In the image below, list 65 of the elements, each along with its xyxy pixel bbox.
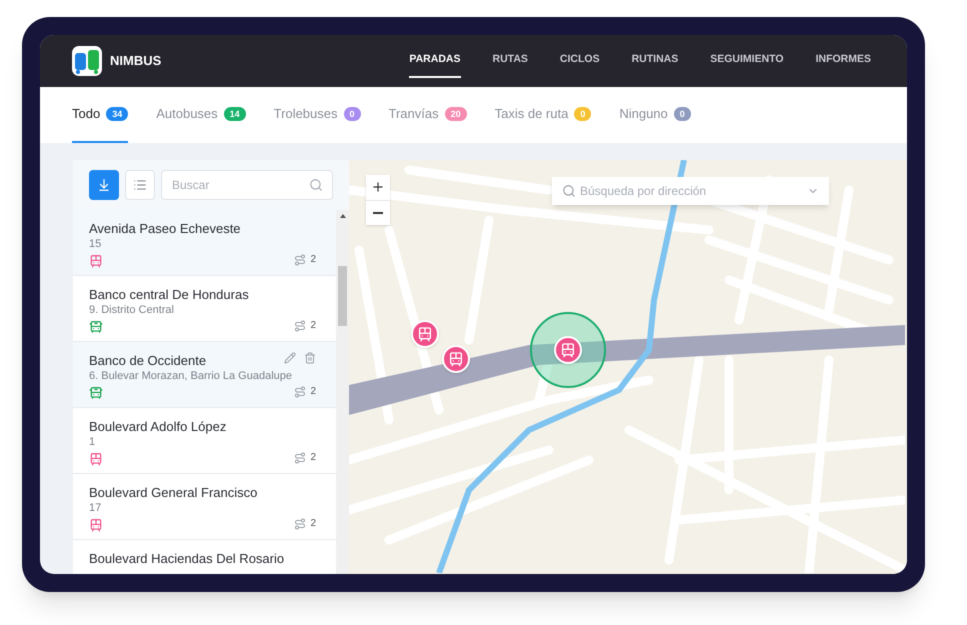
map-marker[interactable] (411, 320, 439, 348)
route-count: 2 (310, 517, 316, 531)
route-icon (294, 452, 306, 464)
map-marker[interactable] (554, 336, 582, 364)
search-icon (562, 184, 576, 198)
count-badge: 20 (444, 107, 467, 121)
nav-link[interactable]: RUTAS (492, 44, 528, 78)
route-count: 2 (310, 385, 316, 399)
brand-name: NIMBUS (110, 52, 162, 70)
stop-list-item[interactable]: Boulevard Haciendas Del Rosario (73, 540, 336, 574)
stop-name: Boulevard General Francisco (89, 484, 258, 501)
plus-icon (371, 180, 385, 194)
stop-detail: 17 (89, 501, 102, 516)
route-icon (294, 518, 306, 530)
search-field[interactable]: Buscar (161, 170, 333, 200)
stop-name: Banco central De Honduras (89, 286, 249, 303)
tram-icon (89, 518, 103, 532)
bus-icon (89, 386, 103, 400)
count-badge: 0 (574, 107, 592, 121)
tram-icon (89, 254, 103, 268)
bus-icon (89, 320, 103, 334)
route-icon (294, 386, 306, 398)
delete-icon[interactable] (304, 352, 316, 364)
nav-link[interactable]: SEGUIMIENTO (710, 44, 784, 78)
list-icon (133, 178, 147, 192)
stop-list-item[interactable]: Banco de Occidente 6. Bulevar Morazan, Barrio La Guadalupe 2 (73, 342, 336, 407)
address-search-field[interactable]: Búsqueda por dirección (552, 177, 829, 205)
stop-name: Boulevard Adolfo López (89, 418, 226, 435)
search-icon (309, 178, 323, 192)
minus-icon (373, 212, 383, 214)
stop-name: Avenida Paseo Echeveste (89, 220, 241, 237)
download-icon (97, 178, 111, 192)
stop-list-item[interactable]: Boulevard General Francisco 17 2 (73, 474, 336, 539)
route-icon (294, 320, 306, 332)
download-button[interactable] (89, 170, 119, 200)
tram-icon (89, 452, 103, 466)
tram-icon (448, 351, 464, 367)
filter-tab[interactable]: Todo 34 (72, 87, 128, 143)
stop-detail: 1 (89, 435, 96, 450)
map-marker[interactable] (442, 345, 470, 373)
stop-list-item[interactable]: Avenida Paseo Echeveste 15 2 (73, 210, 336, 275)
list-view-button[interactable] (125, 170, 155, 200)
count-badge: 14 (224, 107, 246, 121)
tram-icon (560, 342, 576, 358)
count-badge: 0 (344, 107, 361, 121)
nav-link[interactable]: CICLOS (560, 44, 600, 78)
stop-name: Boulevard Haciendas Del Rosario (89, 550, 284, 567)
stop-detail: 15 (89, 237, 102, 252)
logo-icon (72, 46, 102, 76)
stop-list-item[interactable]: Banco central De Honduras 9. Distrito Central 2 (73, 276, 336, 341)
tram-icon (417, 326, 433, 342)
stop-detail: 6. Bulevar Morazan, Barrio La Guadalupe (89, 369, 292, 384)
nav-link[interactable]: RUTINAS (632, 44, 678, 78)
route-count: 2 (310, 319, 316, 333)
stop-list-item[interactable]: Boulevard Adolfo López 1 2 (73, 408, 336, 473)
stop-detail: 9. Distrito Central (89, 303, 174, 318)
route-icon (294, 254, 306, 266)
route-count: 2 (310, 451, 316, 465)
edit-icon[interactable] (284, 352, 296, 364)
stop-name: Banco de Occidente (89, 352, 206, 369)
count-badge: 34 (106, 107, 128, 121)
route-count: 2 (310, 253, 316, 267)
nav-link[interactable]: INFORMES (816, 44, 871, 78)
count-badge: 0 (674, 107, 691, 121)
nav-link[interactable]: PARADAS (409, 44, 461, 78)
